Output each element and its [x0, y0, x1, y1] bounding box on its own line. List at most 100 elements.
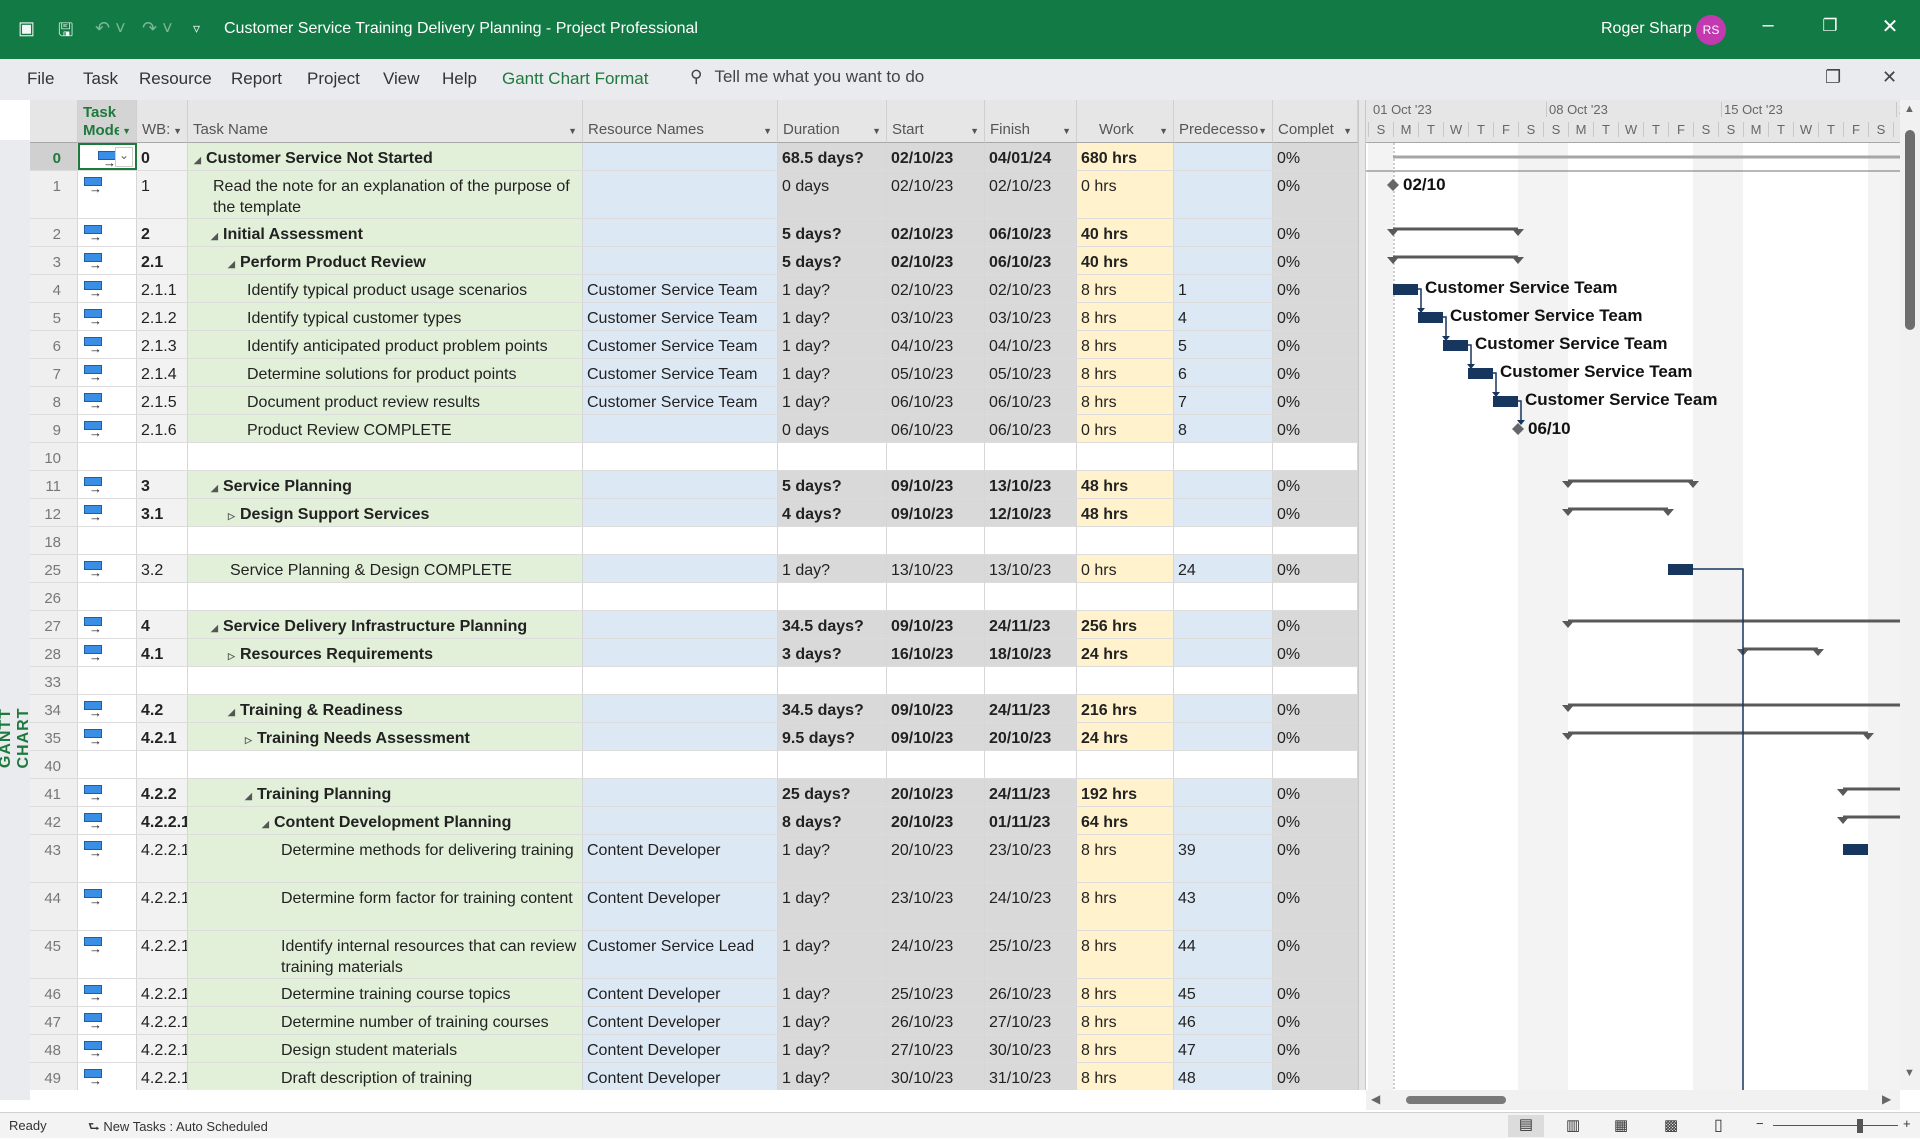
finish-cell[interactable]: 04/01/24	[985, 143, 1077, 170]
complete-cell[interactable]: 0%	[1273, 611, 1358, 638]
complete-cell[interactable]: 0%	[1273, 275, 1358, 302]
complete-cell[interactable]: 0%	[1273, 1063, 1358, 1090]
start-cell[interactable]: 09/10/23	[887, 695, 985, 722]
wbs-cell[interactable]: 1	[137, 171, 188, 218]
duration-cell[interactable]: 1 day?	[778, 931, 887, 978]
table-row[interactable]: 45 → 4.2.2.1 Identify internal resources th…	[30, 931, 1358, 979]
row-number[interactable]: 27	[30, 611, 78, 638]
wbs-cell[interactable]	[137, 527, 188, 554]
task-name-cell[interactable]: Product Review COMPLETE	[188, 415, 583, 442]
collapse-icon[interactable]: ◢	[245, 786, 257, 806]
complete-cell[interactable]: 0%	[1273, 359, 1358, 386]
duration-cell[interactable]: 34.5 days?	[778, 611, 887, 638]
duration-cell[interactable]: 3 days?	[778, 639, 887, 666]
wbs-cell[interactable]: 4.2.2.1	[137, 835, 188, 882]
wbs-cell[interactable]: 2.1.2	[137, 303, 188, 330]
zoom-out-icon[interactable]: −	[1756, 1116, 1764, 1131]
table-row[interactable]: 27 → 4 ◢ Service Delivery Infrastructure Pla…	[30, 611, 1358, 639]
wbs-cell[interactable]: 2.1	[137, 247, 188, 274]
predecessors-cell[interactable]	[1174, 443, 1273, 470]
zoom-slider[interactable]	[1773, 1125, 1898, 1126]
row-number[interactable]: 1	[30, 171, 78, 218]
duration-cell[interactable]: 0 days	[778, 415, 887, 442]
wbs-cell[interactable]: 2.1.3	[137, 331, 188, 358]
column-header-task-name[interactable]: Task Name ▼	[188, 100, 583, 143]
wbs-cell[interactable]: 2.1.1	[137, 275, 188, 302]
complete-cell[interactable]	[1273, 667, 1358, 694]
restore-icon[interactable]: ❐	[1815, 16, 1845, 36]
complete-cell[interactable]: 0%	[1273, 331, 1358, 358]
start-cell[interactable]: 25/10/23	[887, 979, 985, 1006]
start-cell[interactable]: 30/10/23	[887, 1063, 985, 1090]
milestone-label[interactable]: 06/10	[1528, 419, 1571, 438]
task-name-cell[interactable]: Service Planning & Design COMPLETE	[188, 555, 583, 582]
duration-cell[interactable]: 1 day?	[778, 979, 887, 1006]
row-number[interactable]: 48	[30, 1035, 78, 1062]
ribbon-restore-icon[interactable]: ❐	[1825, 67, 1841, 88]
gantt-view-icon[interactable]: ▤	[1508, 1115, 1544, 1137]
filter-dropdown-icon[interactable]: ▼	[1159, 126, 1168, 136]
resource-names-cell[interactable]	[583, 499, 778, 526]
task-usage-view-icon[interactable]: ▥	[1566, 1116, 1580, 1134]
task-bar-label[interactable]: Customer Service Team	[1450, 306, 1642, 325]
redo-icon[interactable]: ↷ ˅	[142, 18, 173, 39]
complete-cell[interactable]: 0%	[1273, 471, 1358, 498]
predecessors-cell[interactable]: 46	[1174, 1007, 1273, 1034]
predecessors-cell[interactable]	[1174, 527, 1273, 554]
duration-cell[interactable]	[778, 751, 887, 778]
start-cell[interactable]: 02/10/23	[887, 171, 985, 218]
predecessors-cell[interactable]	[1174, 639, 1273, 666]
task-name-cell[interactable]: Read the note for an explanation of the …	[188, 171, 583, 218]
resource-names-cell[interactable]: Content Developer	[583, 835, 778, 882]
table-row[interactable]: 12 → 3.1 ▷ Design Support Services 4 days? 09/…	[30, 499, 1358, 527]
task-bar-label[interactable]: Customer Service Team	[1425, 278, 1617, 297]
resource-names-cell[interactable]: Content Developer	[583, 1007, 778, 1034]
complete-cell[interactable]: 0%	[1273, 415, 1358, 442]
expand-icon[interactable]: ▷	[245, 730, 257, 750]
complete-cell[interactable]: 0%	[1273, 931, 1358, 978]
resource-names-cell[interactable]	[583, 751, 778, 778]
summary-end-marker[interactable]	[1812, 649, 1824, 656]
summary-start-marker[interactable]	[1562, 509, 1574, 516]
resource-names-cell[interactable]: Customer Service Team	[583, 275, 778, 302]
predecessors-cell[interactable]: 44	[1174, 931, 1273, 978]
duration-cell[interactable]	[778, 667, 887, 694]
task-mode-cell[interactable]: →	[78, 639, 137, 666]
start-cell[interactable]	[887, 583, 985, 610]
user-name[interactable]: Roger Sharp	[1601, 20, 1692, 38]
horizontal-scroll-thumb[interactable]	[1406, 1096, 1506, 1104]
table-row[interactable]: 48 → 4.2.2.1 Design student materials Conten…	[30, 1035, 1358, 1063]
zoom-slider-thumb[interactable]	[1857, 1119, 1863, 1133]
table-row[interactable]: 18	[30, 527, 1358, 555]
column-header-finish[interactable]: Finish ▼	[985, 100, 1077, 143]
wbs-cell[interactable]: 3.2	[137, 555, 188, 582]
wbs-cell[interactable]: 4.2.2	[137, 779, 188, 806]
tab-report[interactable]: Report	[231, 69, 282, 89]
task-mode-cell[interactable]: →	[78, 931, 137, 978]
complete-cell[interactable]: 0%	[1273, 807, 1358, 834]
row-number[interactable]: 45	[30, 931, 78, 978]
start-cell[interactable]	[887, 667, 985, 694]
finish-cell[interactable]: 13/10/23	[985, 471, 1077, 498]
wbs-cell[interactable]	[137, 583, 188, 610]
predecessors-cell[interactable]: 6	[1174, 359, 1273, 386]
task-bar[interactable]	[1668, 564, 1693, 575]
avatar[interactable]: RS	[1696, 15, 1726, 45]
row-number[interactable]: 11	[30, 471, 78, 498]
filter-dropdown-icon[interactable]: ▼	[970, 126, 979, 136]
task-name-cell[interactable]: ▷ Design Support Services	[188, 499, 583, 526]
predecessors-cell[interactable]	[1174, 695, 1273, 722]
task-bar[interactable]	[1843, 844, 1868, 855]
start-cell[interactable]: 02/10/23	[887, 219, 985, 246]
task-mode-cell[interactable]: →	[78, 303, 137, 330]
duration-cell[interactable]: 1 day?	[778, 883, 887, 930]
predecessors-cell[interactable]	[1174, 143, 1273, 170]
resource-names-cell[interactable]: Content Developer	[583, 1063, 778, 1090]
task-bar[interactable]	[1443, 340, 1468, 351]
task-name-cell[interactable]	[188, 751, 583, 778]
row-number[interactable]: 4	[30, 275, 78, 302]
task-mode-cell[interactable]	[78, 583, 137, 610]
task-name-cell[interactable]: ◢ Customer Service Not Started	[188, 143, 583, 170]
complete-cell[interactable]: 0%	[1273, 171, 1358, 218]
wbs-cell[interactable]: 0	[137, 143, 188, 170]
